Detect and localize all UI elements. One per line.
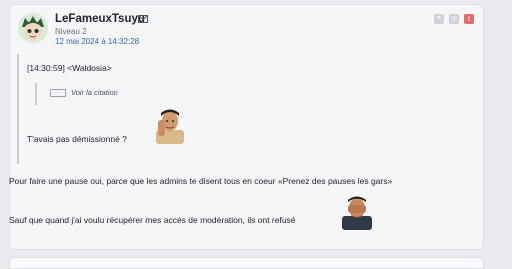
username[interactable]: LeFameuxTsuyu: [55, 13, 145, 25]
next-post-edge: [9, 257, 484, 269]
post-date-link[interactable]: 12 mai 2024 à 14:32:28: [55, 37, 139, 46]
quote-icon[interactable]: ❝: [434, 14, 444, 24]
sticker-emote: [342, 196, 372, 230]
mail-icon[interactable]: [138, 15, 148, 23]
sticker-emote: [156, 109, 184, 144]
message-line-2: Sauf que quand j'ai voulu récupérer mes …: [9, 215, 296, 225]
ellipsis-icon: ···: [50, 88, 66, 97]
quote-text: T'avais pas démissionné ?: [27, 134, 127, 144]
quote-bar-outer: [17, 54, 19, 164]
forum-post: LeFameuxTsuyu Niveau 2 12 mai 2024 à 14:…: [9, 4, 484, 250]
alert-icon[interactable]: !: [464, 14, 474, 24]
quote-timestamp-author: [14:30:59] <Waldosia>: [27, 63, 112, 73]
see-quote-toggle[interactable]: ··· Voir la citation: [50, 88, 118, 97]
see-quote-label: Voir la citation: [71, 88, 118, 97]
user-level: Niveau 2: [55, 27, 87, 36]
quote-bar-inner: [35, 83, 37, 105]
message-icon[interactable]: ✉: [449, 14, 459, 24]
post-actions: ❝ ✉ !: [434, 14, 474, 24]
avatar[interactable]: [18, 13, 48, 43]
message-line-1: Pour faire une pause oui, parce que les …: [9, 176, 393, 186]
